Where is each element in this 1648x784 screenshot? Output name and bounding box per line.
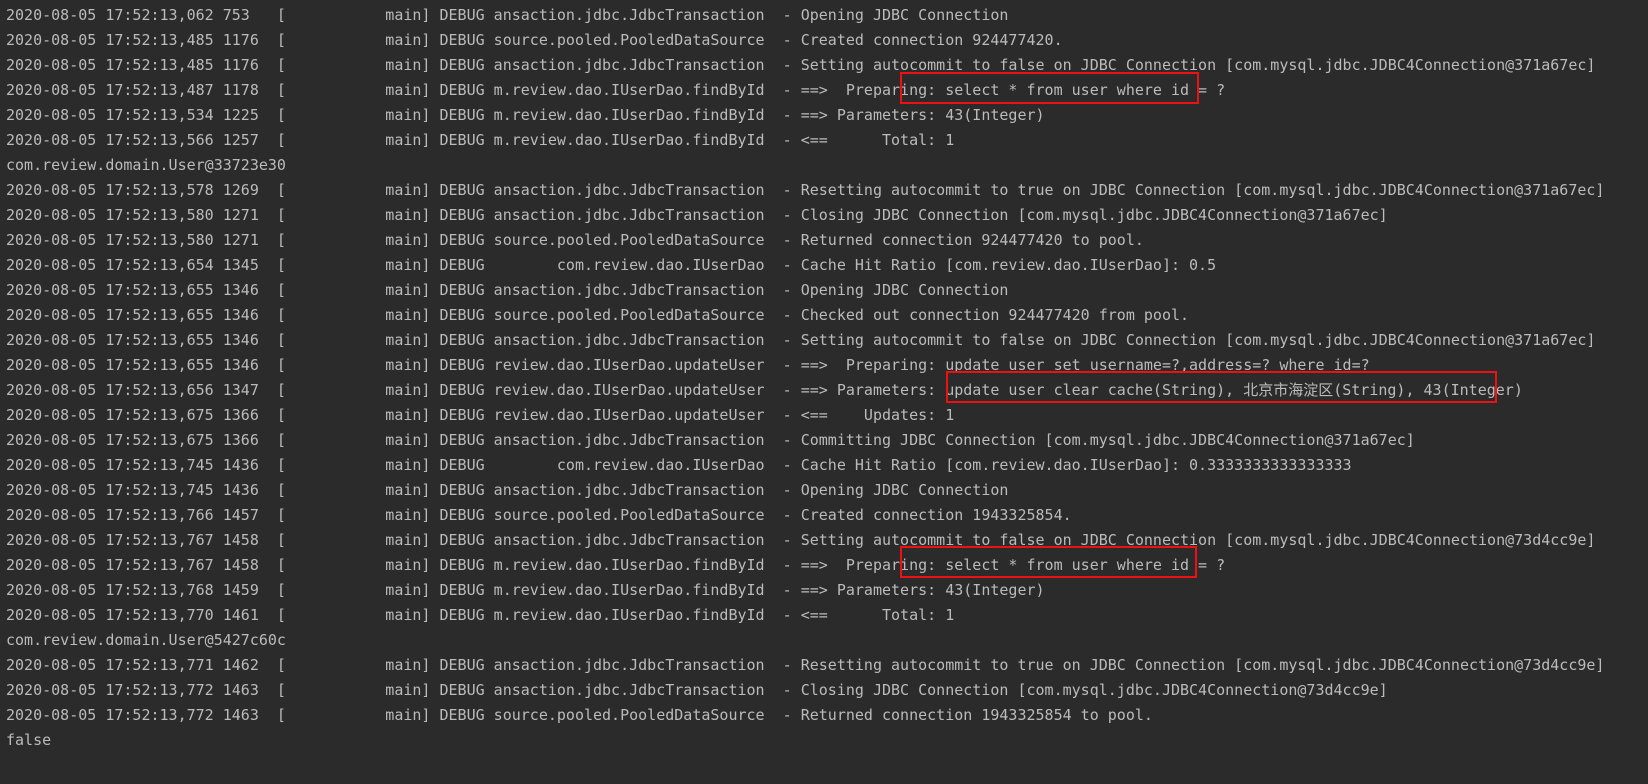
log-line: 2020-08-05 17:52:13,770 1461 [ main] DEB…	[6, 606, 955, 624]
log-line: 2020-08-05 17:52:13,675 1366 [ main] DEB…	[6, 406, 955, 424]
log-line: 2020-08-05 17:52:13,745 1436 [ main] DEB…	[6, 481, 1009, 499]
log-line: 2020-08-05 17:52:13,654 1345 [ main] DEB…	[6, 256, 1217, 274]
log-line: 2020-08-05 17:52:13,487 1178 [ main] DEB…	[6, 81, 1226, 99]
log-line: 2020-08-05 17:52:13,655 1346 [ main] DEB…	[6, 356, 1370, 374]
log-line: 2020-08-05 17:52:13,766 1457 [ main] DEB…	[6, 506, 1072, 524]
console-output-panel[interactable]: 2020-08-05 17:52:13,062 753 [ main] DEBU…	[0, 0, 1648, 784]
log-line: 2020-08-05 17:52:13,485 1176 [ main] DEB…	[6, 31, 1063, 49]
log-line: 2020-08-05 17:52:13,534 1225 [ main] DEB…	[6, 106, 1045, 124]
log-line: 2020-08-05 17:52:13,772 1463 [ main] DEB…	[6, 706, 1153, 724]
log-line: 2020-08-05 17:52:13,062 753 [ main] DEBU…	[6, 6, 1009, 24]
log-line: com.review.domain.User@33723e30	[6, 156, 286, 174]
log-line: 2020-08-05 17:52:13,768 1459 [ main] DEB…	[6, 581, 1045, 599]
log-line: 2020-08-05 17:52:13,580 1271 [ main] DEB…	[6, 206, 1388, 224]
log-line: 2020-08-05 17:52:13,485 1176 [ main] DEB…	[6, 56, 1596, 74]
log-line: 2020-08-05 17:52:13,656 1347 [ main] DEB…	[6, 381, 1523, 399]
log-line: 2020-08-05 17:52:13,655 1346 [ main] DEB…	[6, 331, 1596, 349]
log-line: 2020-08-05 17:52:13,772 1463 [ main] DEB…	[6, 681, 1388, 699]
log-line: 2020-08-05 17:52:13,655 1346 [ main] DEB…	[6, 281, 1009, 299]
log-line: 2020-08-05 17:52:13,655 1346 [ main] DEB…	[6, 306, 1190, 324]
log-line: false	[6, 731, 52, 749]
log-line: 2020-08-05 17:52:13,771 1462 [ main] DEB…	[6, 656, 1605, 674]
log-line: 2020-08-05 17:52:13,580 1271 [ main] DEB…	[6, 231, 1144, 249]
log-line: 2020-08-05 17:52:13,566 1257 [ main] DEB…	[6, 131, 955, 149]
log-line: 2020-08-05 17:52:13,767 1458 [ main] DEB…	[6, 531, 1596, 549]
log-line: 2020-08-05 17:52:13,745 1436 [ main] DEB…	[6, 456, 1352, 474]
log-line: 2020-08-05 17:52:13,578 1269 [ main] DEB…	[6, 181, 1605, 199]
log-line: 2020-08-05 17:52:13,675 1366 [ main] DEB…	[6, 431, 1415, 449]
log-line: 2020-08-05 17:52:13,767 1458 [ main] DEB…	[6, 556, 1226, 574]
log-line: com.review.domain.User@5427c60c	[6, 631, 286, 649]
